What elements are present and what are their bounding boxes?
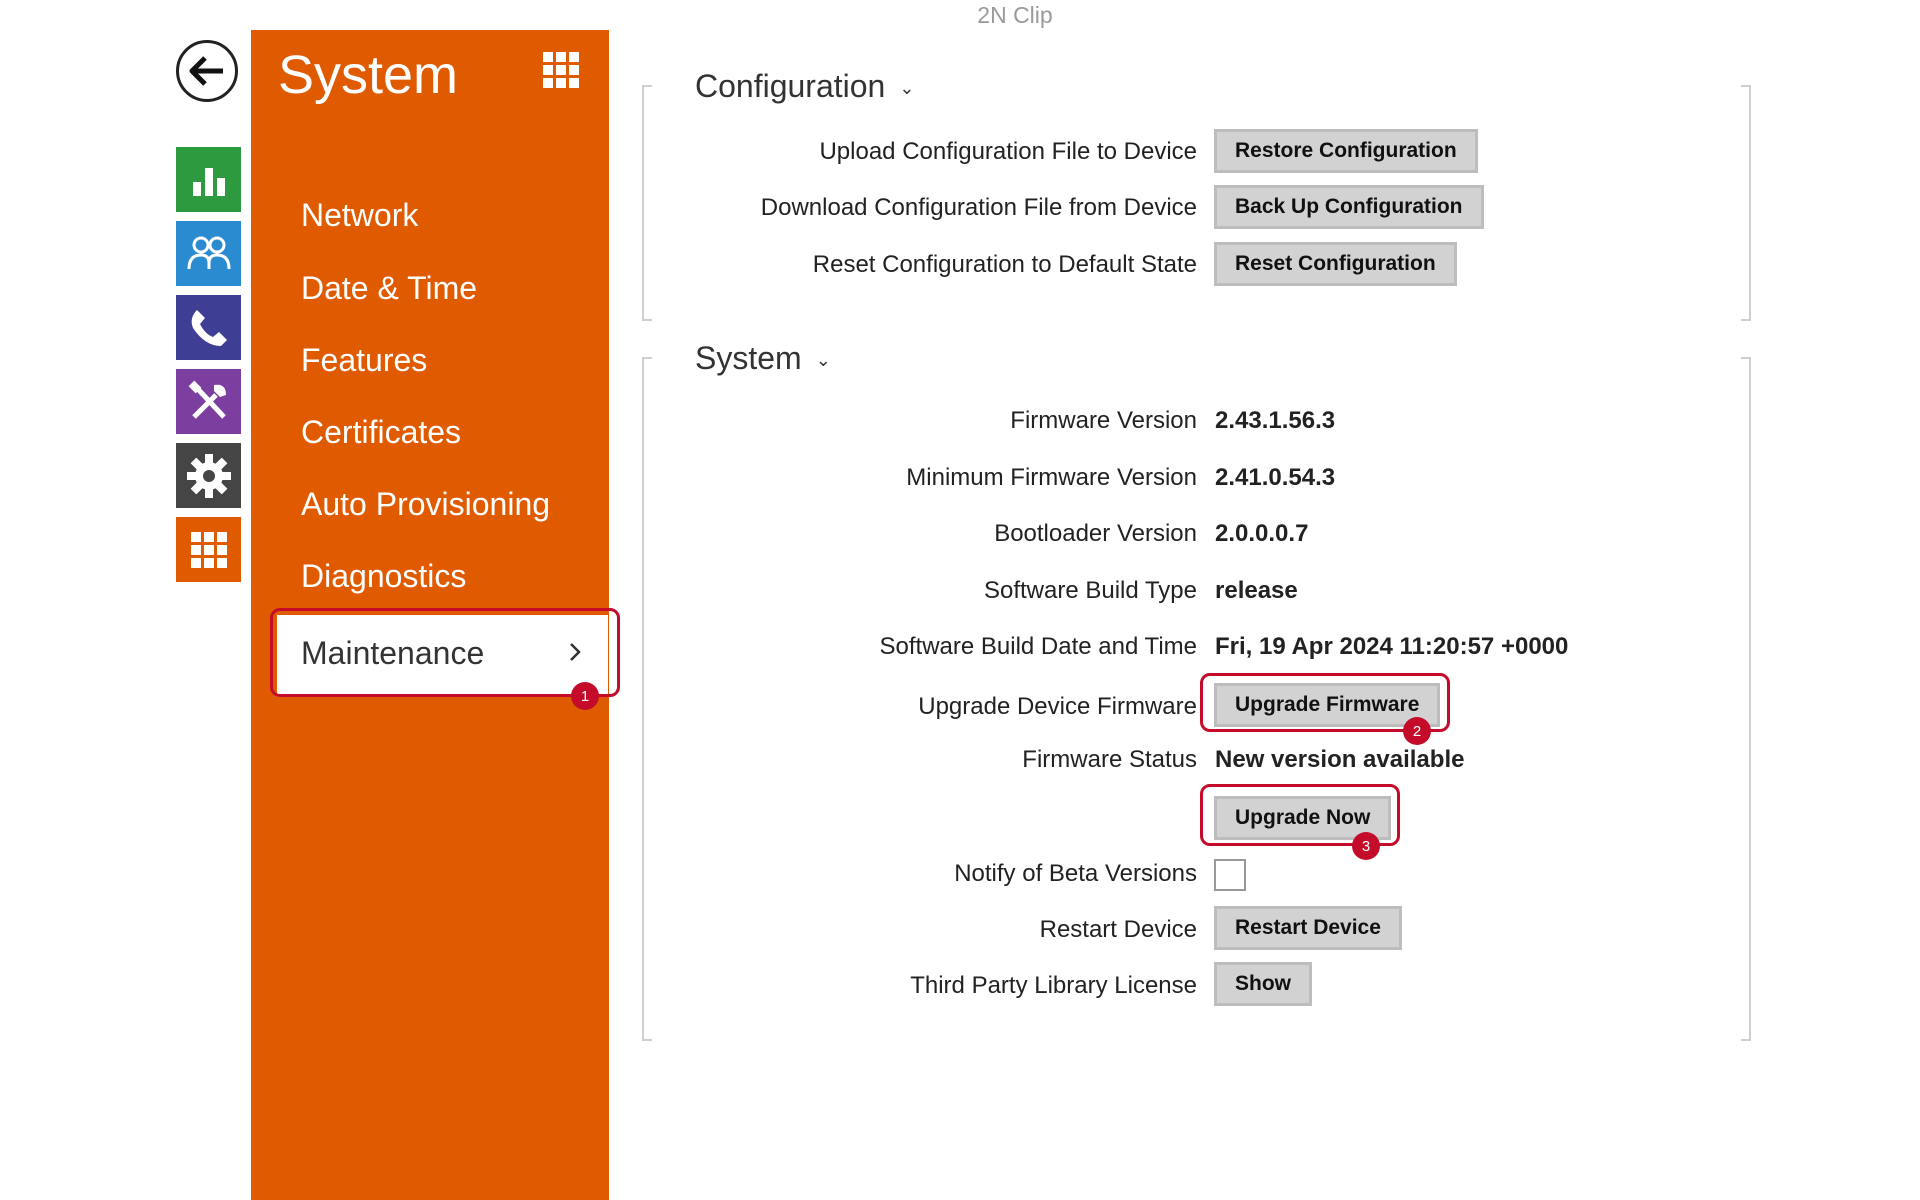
bootloader-version-label: Bootloader Version xyxy=(994,520,1197,547)
upgrade-firmware-label: Upgrade Device Firmware xyxy=(918,693,1197,720)
callout-badge: 1 xyxy=(571,682,599,710)
min-firmware-version-label: Minimum Firmware Version xyxy=(906,464,1197,491)
sidebar-item-auto-provisioning[interactable]: Auto Provisioning xyxy=(301,486,550,523)
callout-badge: 3 xyxy=(1352,832,1380,860)
section-border xyxy=(642,85,652,321)
show-license-button[interactable]: Show xyxy=(1214,962,1312,1006)
section-border xyxy=(1741,85,1751,321)
reset-config-label: Reset Configuration to Default State xyxy=(812,251,1197,278)
grid-icon xyxy=(190,531,227,568)
beta-versions-label: Notify of Beta Versions xyxy=(954,860,1197,887)
section-title-configuration[interactable]: Configuration ⌄ xyxy=(695,68,914,105)
app-title: 2N Clip xyxy=(977,2,1053,28)
tools-icon xyxy=(188,380,226,419)
min-firmware-version-value: 2.41.0.54.3 xyxy=(1215,464,1336,491)
rail-services[interactable] xyxy=(176,443,241,508)
section-border xyxy=(1741,357,1751,1041)
restore-configuration-button[interactable]: Restore Configuration xyxy=(1214,129,1478,173)
download-config-label: Download Configuration File from Device xyxy=(760,194,1197,221)
build-date-label: Software Build Date and Time xyxy=(879,633,1198,660)
phone-icon xyxy=(191,309,227,346)
build-type-label: Software Build Type xyxy=(983,577,1197,604)
section-title-text: System xyxy=(695,340,802,376)
sidebar-title: System xyxy=(278,45,459,105)
sidebar-item-network[interactable]: Network xyxy=(301,197,418,234)
section-title-text: Configuration xyxy=(695,68,886,104)
sidebar-item-features[interactable]: Features xyxy=(301,342,427,379)
restart-device-label: Restart Device xyxy=(1039,916,1197,943)
sidebar-item-date-time[interactable]: Date & Time xyxy=(301,270,477,307)
rail-system[interactable] xyxy=(176,517,241,582)
callout-badge: 2 xyxy=(1403,717,1431,745)
users-icon xyxy=(187,236,230,269)
arrow-left-icon xyxy=(189,56,223,86)
firmware-status-value: New version available xyxy=(1215,746,1465,773)
section-border xyxy=(642,357,652,1041)
rail-calls[interactable] xyxy=(176,295,241,360)
sidebar-item-diagnostics[interactable]: Diagnostics xyxy=(301,558,466,595)
rail-hardware[interactable] xyxy=(176,369,241,434)
callout-outline xyxy=(270,608,620,697)
back-up-configuration-button[interactable]: Back Up Configuration xyxy=(1214,185,1484,229)
reset-configuration-button[interactable]: Reset Configuration xyxy=(1214,242,1457,286)
rail-status[interactable] xyxy=(176,147,241,212)
restart-device-button[interactable]: Restart Device xyxy=(1214,906,1402,950)
firmware-version-label: Firmware Version xyxy=(1010,407,1197,434)
chevron-down-icon: ⌄ xyxy=(899,78,915,99)
build-date-value: Fri, 19 Apr 2024 11:20:57 +0000 xyxy=(1215,633,1569,660)
chevron-down-icon: ⌄ xyxy=(815,350,831,371)
bootloader-version-value: 2.0.0.0.7 xyxy=(1215,520,1309,547)
bar-chart-icon xyxy=(192,167,225,196)
back-button[interactable] xyxy=(176,40,238,102)
build-type-value: release xyxy=(1215,577,1298,604)
sidebar-item-certificates[interactable]: Certificates xyxy=(301,414,461,451)
grid-icon[interactable] xyxy=(543,52,579,93)
upload-config-label: Upload Configuration File to Device xyxy=(819,138,1197,165)
beta-versions-checkbox[interactable] xyxy=(1214,859,1246,891)
rail-directory[interactable] xyxy=(176,221,241,286)
firmware-version-value: 2.43.1.56.3 xyxy=(1215,407,1336,434)
third-party-license-label: Third Party Library License xyxy=(910,972,1197,999)
section-title-system[interactable]: System ⌄ xyxy=(695,340,831,377)
gear-icon xyxy=(186,453,231,498)
firmware-status-label: Firmware Status xyxy=(1022,746,1197,773)
